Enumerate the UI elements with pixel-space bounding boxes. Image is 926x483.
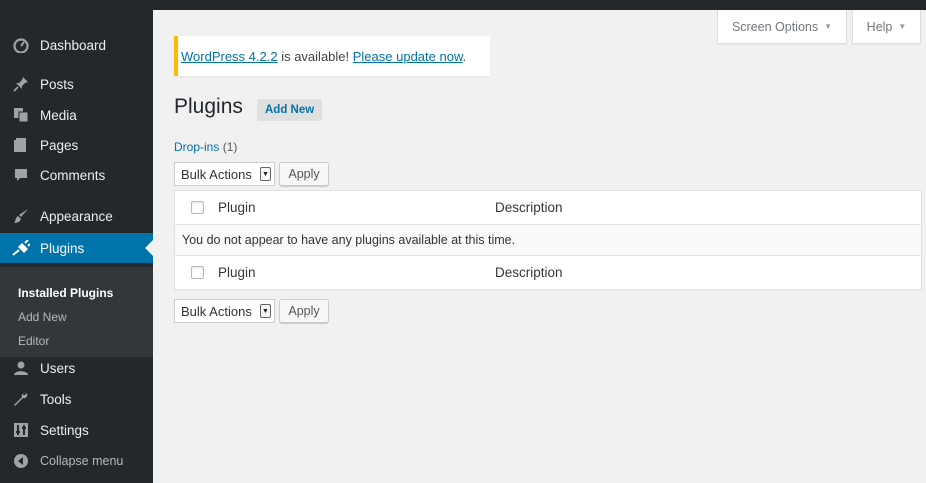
bulk-actions-label: Bulk Actions [181,166,252,182]
menu-item-posts[interactable]: Posts [0,69,153,99]
menu-label-pages: Pages [40,137,79,153]
menu-item-tools[interactable]: Tools [0,384,153,414]
dashboard-icon [12,36,30,54]
submenu-installed-plugins[interactable]: Installed Plugins [0,282,153,304]
collapse-arrow-icon [12,452,30,470]
menu-item-appearance[interactable]: Appearance [0,201,153,231]
notice-text: WordPress 4.2.2 is available! Please upd… [181,49,466,64]
submenu-add-new[interactable]: Add New [0,306,153,328]
screen-options-label: Screen Options [731,19,819,34]
apply-button-bottom[interactable]: Apply [279,299,329,323]
dropins-filter: Drop-ins (1) [174,140,237,154]
bulk-actions-select-top[interactable]: Bulk Actions ▼ [174,162,275,186]
table-header-row: Plugin Description [175,191,921,224]
collapse-menu-button[interactable]: Collapse menu [0,446,153,476]
select-all-checkbox-top[interactable] [191,201,204,214]
menu-label-comments: Comments [40,167,106,183]
pages-icon [12,136,30,154]
collapse-menu-label: Collapse menu [40,454,124,468]
paintbrush-icon [12,207,30,225]
menu-label-settings: Settings [40,422,89,438]
comment-icon [12,166,30,184]
screen-options-button[interactable]: Screen Options ▼ [717,10,847,44]
media-icon [12,106,30,124]
menu-label-plugins: Plugins [40,240,85,256]
menu-item-plugins[interactable]: Plugins [0,233,153,263]
column-footer-description: Description [495,265,563,280]
column-footer-plugin[interactable]: Plugin [218,265,256,280]
caret-down-icon: ▼ [824,22,833,31]
menu-item-comments[interactable]: Comments [0,160,153,190]
menu-label-users: Users [40,360,76,376]
menu-item-dashboard[interactable]: Dashboard [0,30,153,60]
plugin-icon [12,239,30,257]
help-label: Help [866,19,893,34]
users-icon [12,359,30,377]
menu-label-posts: Posts [40,76,74,92]
menu-label-media: Media [40,107,77,123]
dropins-link[interactable]: Drop-ins [174,140,219,154]
help-button[interactable]: Help ▼ [852,10,921,44]
caret-down-icon: ▼ [898,22,907,31]
table-footer-row: Plugin Description [175,256,921,289]
pushpin-icon [12,75,30,93]
update-now-link[interactable]: Please update now [353,49,463,64]
add-new-button[interactable]: Add New [257,99,323,121]
column-header-description: Description [495,200,563,215]
select-all-checkbox-bottom[interactable] [191,266,204,279]
select-arrow-icon: ▼ [260,304,271,318]
notice-end-text: . [462,48,467,64]
submenu-editor[interactable]: Editor [0,330,153,352]
empty-message-row: You do not appear to have any plugins av… [175,224,921,256]
wrench-icon [12,390,30,408]
menu-item-settings[interactable]: Settings [0,415,153,445]
menu-label-tools: Tools [40,391,72,407]
admin-sidebar: Dashboard Posts Media Pages Comments App… [0,10,153,483]
notice-middle-text: is available! [277,48,353,64]
plugins-table: Plugin Description You do not appear to … [174,190,922,290]
apply-button-top[interactable]: Apply [279,162,329,186]
bulk-actions-select-bottom[interactable]: Bulk Actions ▼ [174,299,275,323]
plugins-submenu: Installed Plugins Add New Editor [0,267,153,357]
menu-label-appearance: Appearance [40,208,113,224]
page-title: Plugins [174,95,243,118]
update-notice: WordPress 4.2.2 is available! Please upd… [174,36,490,76]
select-arrow-icon: ▼ [260,167,271,181]
bulk-actions-label: Bulk Actions [181,303,252,319]
menu-item-users[interactable]: Users [0,353,153,383]
settings-icon [12,421,30,439]
admin-bar [0,0,926,10]
wordpress-version-link[interactable]: WordPress 4.2.2 [181,49,278,64]
dropins-count: (1) [222,140,238,154]
menu-item-media[interactable]: Media [0,100,153,130]
menu-label-dashboard: Dashboard [40,37,107,53]
menu-item-pages[interactable]: Pages [0,130,153,160]
column-header-plugin[interactable]: Plugin [218,200,256,215]
